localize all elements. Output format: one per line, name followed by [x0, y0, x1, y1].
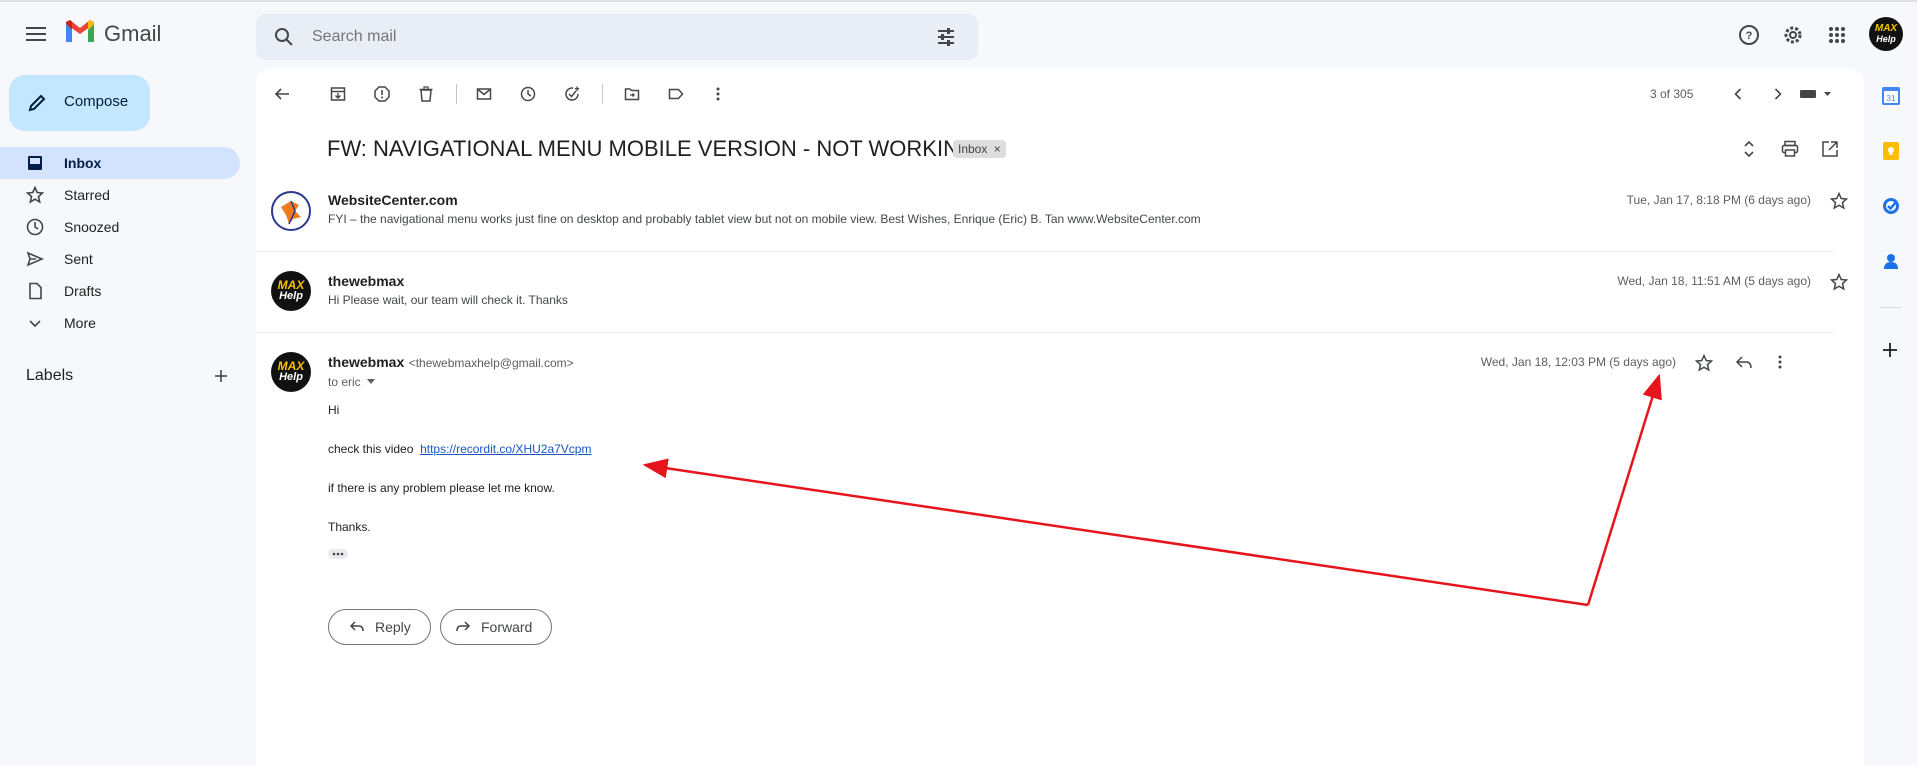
- side-panel-divider: [1880, 307, 1902, 308]
- google-contacts-icon[interactable]: [1881, 251, 1901, 271]
- google-calendar-icon[interactable]: 31: [1881, 86, 1901, 106]
- svg-text:31: 31: [1887, 94, 1896, 103]
- google-tasks-icon[interactable]: [1881, 196, 1901, 216]
- annotation-arrows: [642, 373, 1662, 607]
- google-keep-icon[interactable]: [1881, 141, 1901, 161]
- get-addons-plus-icon[interactable]: [1882, 342, 1898, 358]
- side-panel: 31: [1864, 66, 1917, 765]
